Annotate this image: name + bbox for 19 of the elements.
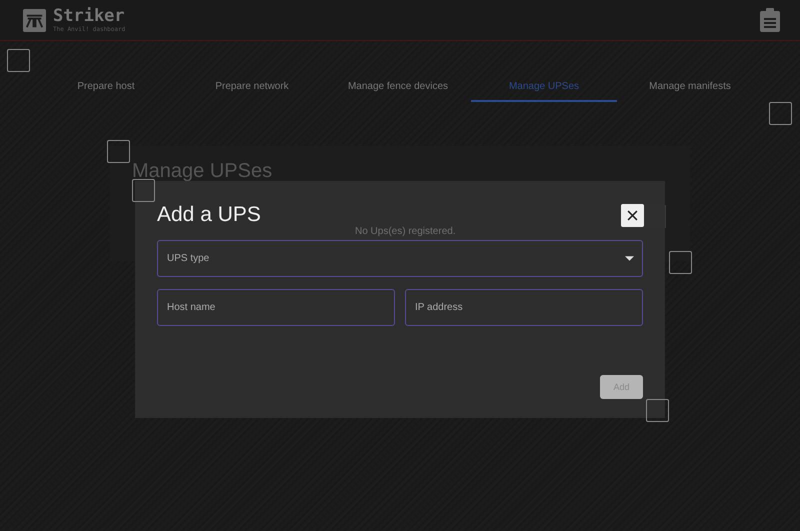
input-field[interactable]: Host name xyxy=(157,289,395,326)
empty-square xyxy=(7,49,30,72)
input-field[interactable]: IP address xyxy=(405,289,643,326)
clipboard-icon[interactable] xyxy=(760,8,780,32)
tab[interactable]: Manage UPSes xyxy=(471,77,617,102)
panel-title: Manage UPSes xyxy=(132,160,272,183)
ups-type-select[interactable]: UPS type xyxy=(157,240,643,277)
tab[interactable]: Manage manifests xyxy=(617,77,763,102)
tab[interactable]: Manage fence devices xyxy=(325,77,471,102)
empty-message: No Ups(es) registered. xyxy=(355,226,456,237)
tab[interactable]: Prepare network xyxy=(179,77,325,102)
app-title: Striker xyxy=(53,8,126,24)
tab[interactable]: Prepare host xyxy=(33,77,179,102)
dialog-title: Add a UPS xyxy=(157,203,261,227)
dropdown-caret-icon xyxy=(625,256,634,261)
close-icon xyxy=(627,210,638,220)
close-button[interactable] xyxy=(621,204,644,226)
logo-icon xyxy=(23,8,46,32)
empty-square xyxy=(769,102,792,125)
